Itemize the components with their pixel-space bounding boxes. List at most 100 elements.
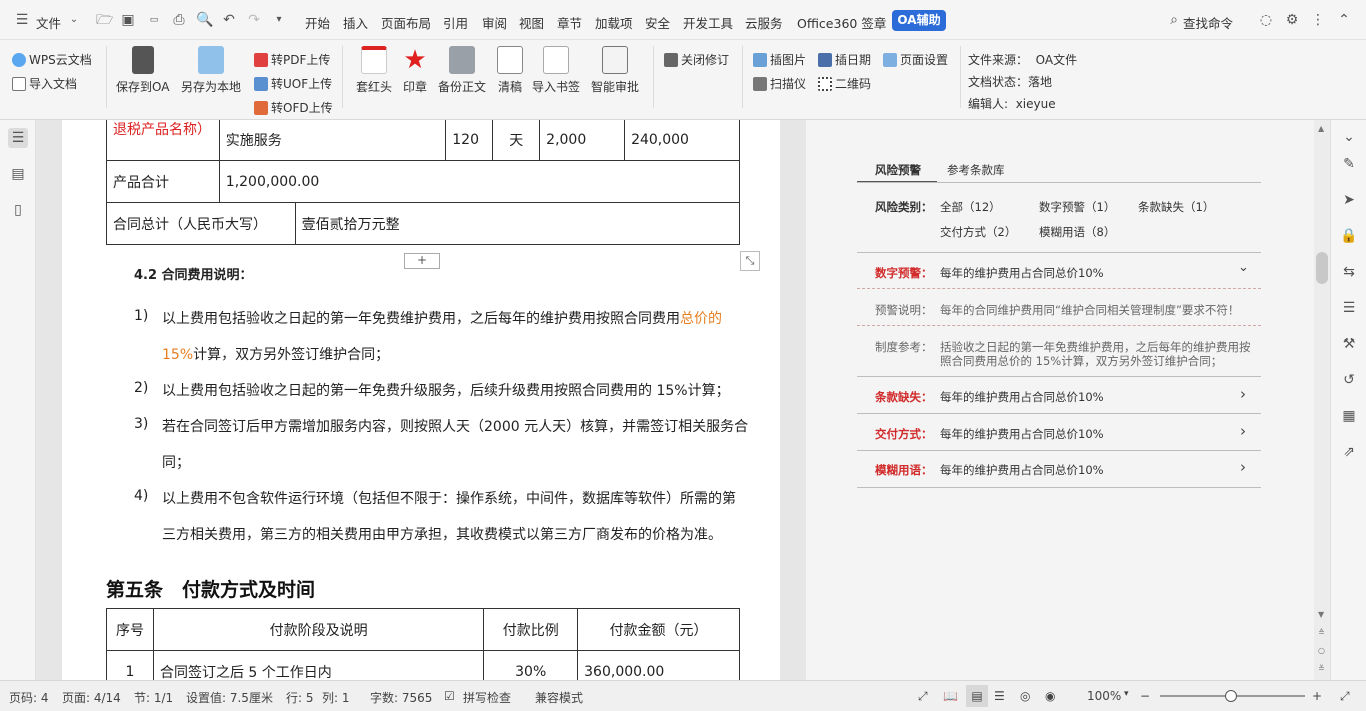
to-pdf-button[interactable]: 转PDF上传	[254, 51, 330, 68]
menu-reference[interactable]: 引用	[443, 13, 468, 32]
zoom-slider-handle[interactable]	[1225, 690, 1237, 702]
tab-oa-assist[interactable]: OA辅助	[892, 10, 946, 31]
redo-icon[interactable]: ↷	[246, 12, 262, 28]
qrcode-button[interactable]: 二维码	[818, 75, 871, 92]
bookmark-nav-icon[interactable]: ▯	[8, 200, 28, 220]
translate-icon[interactable]: ⇆	[1340, 263, 1358, 281]
menu-security[interactable]: 安全	[645, 13, 670, 32]
chevron-right-icon[interactable]: ›	[1240, 422, 1246, 440]
spellcheck-button[interactable]: 拼写检查	[463, 689, 511, 706]
chevron-down-icon[interactable]: ⌄	[1238, 260, 1249, 275]
scroll-thumb[interactable]	[1316, 252, 1328, 284]
menu-cloud[interactable]: 云服务	[745, 13, 783, 32]
zoom-level[interactable]: 100%	[1087, 689, 1121, 703]
chevron-right-icon[interactable]: ›	[1240, 385, 1246, 403]
collapse-panel-icon[interactable]: ⌄	[1340, 128, 1358, 146]
fullscreen-icon[interactable]: ⤢	[918, 689, 928, 704]
pdf-icon[interactable]: ▭	[146, 12, 162, 28]
customize-icon[interactable]: ▾	[271, 12, 287, 28]
tab-risk-warning[interactable]: 风险预警	[875, 162, 921, 178]
page-number[interactable]: 页码: 4	[9, 689, 49, 706]
setting-value[interactable]: 设置值: 7.5厘米	[186, 689, 273, 706]
add-row-button[interactable]: +	[404, 253, 440, 269]
clean-draft-button[interactable]: 清稿	[497, 46, 523, 95]
cursor-icon[interactable]: ➤	[1340, 191, 1358, 209]
insert-date-button[interactable]: 插日期	[818, 51, 871, 68]
insert-image-button[interactable]: 插图片	[753, 51, 806, 68]
scroll-up-icon[interactable]: ▲	[1318, 124, 1324, 133]
category-delivery[interactable]: 交付方式（2）	[940, 224, 1016, 240]
web-view-icon[interactable]: ◎	[1020, 689, 1030, 703]
smart-approve-button[interactable]: 智能审批	[591, 46, 639, 95]
save-local-button[interactable]: 另存为本地	[181, 46, 241, 95]
compat-mode[interactable]: 兼容模式	[535, 689, 583, 706]
save-to-oa-button[interactable]: 保存到OA	[116, 46, 169, 95]
import-doc-button[interactable]: 导入文档	[12, 75, 77, 92]
pen-icon[interactable]: ✎	[1340, 155, 1358, 173]
zoom-out-icon[interactable]: −	[1140, 689, 1150, 703]
to-ofd-button[interactable]: 转OFD上传	[254, 99, 333, 116]
next-page-icon[interactable]: ≚	[1318, 664, 1325, 673]
print-preview-icon[interactable]: 🔍	[196, 12, 213, 28]
fit-width-icon[interactable]: ⤢	[1340, 689, 1350, 704]
prev-page-icon[interactable]: ≙	[1318, 628, 1325, 637]
category-missing[interactable]: 条款缺失（1）	[1138, 199, 1214, 215]
page-setup-button[interactable]: 页面设置	[883, 51, 948, 68]
seal-button[interactable]: ★ 印章	[402, 46, 428, 95]
menu-developer[interactable]: 开发工具	[683, 13, 733, 32]
menu-addins[interactable]: 加载项	[595, 13, 633, 32]
gear-icon[interactable]: ⚙	[1284, 12, 1300, 28]
outline-view-icon[interactable]: ☰	[994, 689, 1005, 703]
file-menu[interactable]: 文件	[36, 13, 61, 32]
close-revision-button[interactable]: 关闭修订	[664, 51, 729, 68]
section-count[interactable]: 节: 1/1	[134, 689, 173, 706]
scroll-down-icon[interactable]: ▼	[1318, 610, 1324, 619]
category-vague[interactable]: 模糊用语（8）	[1039, 224, 1115, 240]
chevron-down-icon[interactable]: ⌄	[66, 12, 82, 28]
import-bookmark-button[interactable]: 导入书签	[532, 46, 580, 95]
outline-icon[interactable]: ☰	[8, 128, 28, 148]
vertical-scrollbar[interactable]: ▲ ▼ ≙ ○ ≚	[1314, 120, 1330, 680]
select-browse-icon[interactable]: ○	[1318, 646, 1325, 655]
col-number[interactable]: 列: 1	[322, 689, 350, 706]
scanner-button[interactable]: 扫描仪	[753, 75, 806, 92]
red-head-button[interactable]: 套红头	[356, 46, 392, 95]
eye-care-icon[interactable]: ◉	[1045, 689, 1055, 703]
zoom-dropdown-icon[interactable]: ▾	[1124, 689, 1129, 699]
row-number[interactable]: 行: 5	[286, 689, 314, 706]
to-uof-button[interactable]: 转UOF上传	[254, 75, 332, 92]
category-digit[interactable]: 数字预警（1）	[1039, 199, 1115, 215]
page-thumbnail-icon[interactable]: ▤	[8, 164, 28, 184]
page-count[interactable]: 页面: 4/14	[62, 689, 121, 706]
menu-insert[interactable]: 插入	[343, 13, 368, 32]
share-icon[interactable]: ⇗	[1340, 443, 1358, 461]
open-folder-icon[interactable]: 🗁	[96, 12, 113, 28]
search-command[interactable]: 查找命令	[1183, 13, 1233, 32]
print-icon[interactable]: ⎙	[171, 12, 187, 28]
menu-office360[interactable]: Office360 签章	[797, 13, 886, 32]
history-icon[interactable]: ↺	[1340, 371, 1358, 389]
tab-clause-library[interactable]: 参考条款库	[947, 162, 1005, 178]
wps-cloud-button[interactable]: WPS云文档	[12, 51, 92, 68]
undo-icon[interactable]: ↶	[221, 12, 237, 28]
page-view-icon[interactable]: ▤	[966, 685, 988, 707]
chevron-right-icon[interactable]: ›	[1240, 458, 1246, 476]
menu-home[interactable]: 开始	[305, 13, 330, 32]
category-all[interactable]: 全部（12）	[940, 199, 1001, 215]
zoom-in-icon[interactable]: +	[1312, 689, 1322, 703]
document-info-icon[interactable]: ▦	[1340, 407, 1358, 425]
menu-layout[interactable]: 页面布局	[381, 13, 431, 32]
more-icon[interactable]: ⋮	[1310, 12, 1326, 28]
tools-icon[interactable]: ⚒	[1340, 335, 1358, 353]
lock-icon[interactable]: 🔒	[1340, 227, 1358, 245]
search-icon[interactable]: ⌕	[1166, 12, 1182, 28]
resize-table-icon[interactable]: ⤡	[740, 251, 760, 271]
read-mode-icon[interactable]: 📖	[943, 689, 958, 703]
word-count[interactable]: 字数: 7565	[370, 689, 432, 706]
save-icon[interactable]: ▣	[120, 12, 136, 28]
backup-button[interactable]: 备份正文	[438, 46, 486, 95]
chat-icon[interactable]: ◌	[1258, 12, 1274, 28]
collapse-icon[interactable]: ⌃	[1336, 12, 1352, 28]
menu-view[interactable]: 视图	[519, 13, 544, 32]
menu-chapter[interactable]: 章节	[557, 13, 582, 32]
